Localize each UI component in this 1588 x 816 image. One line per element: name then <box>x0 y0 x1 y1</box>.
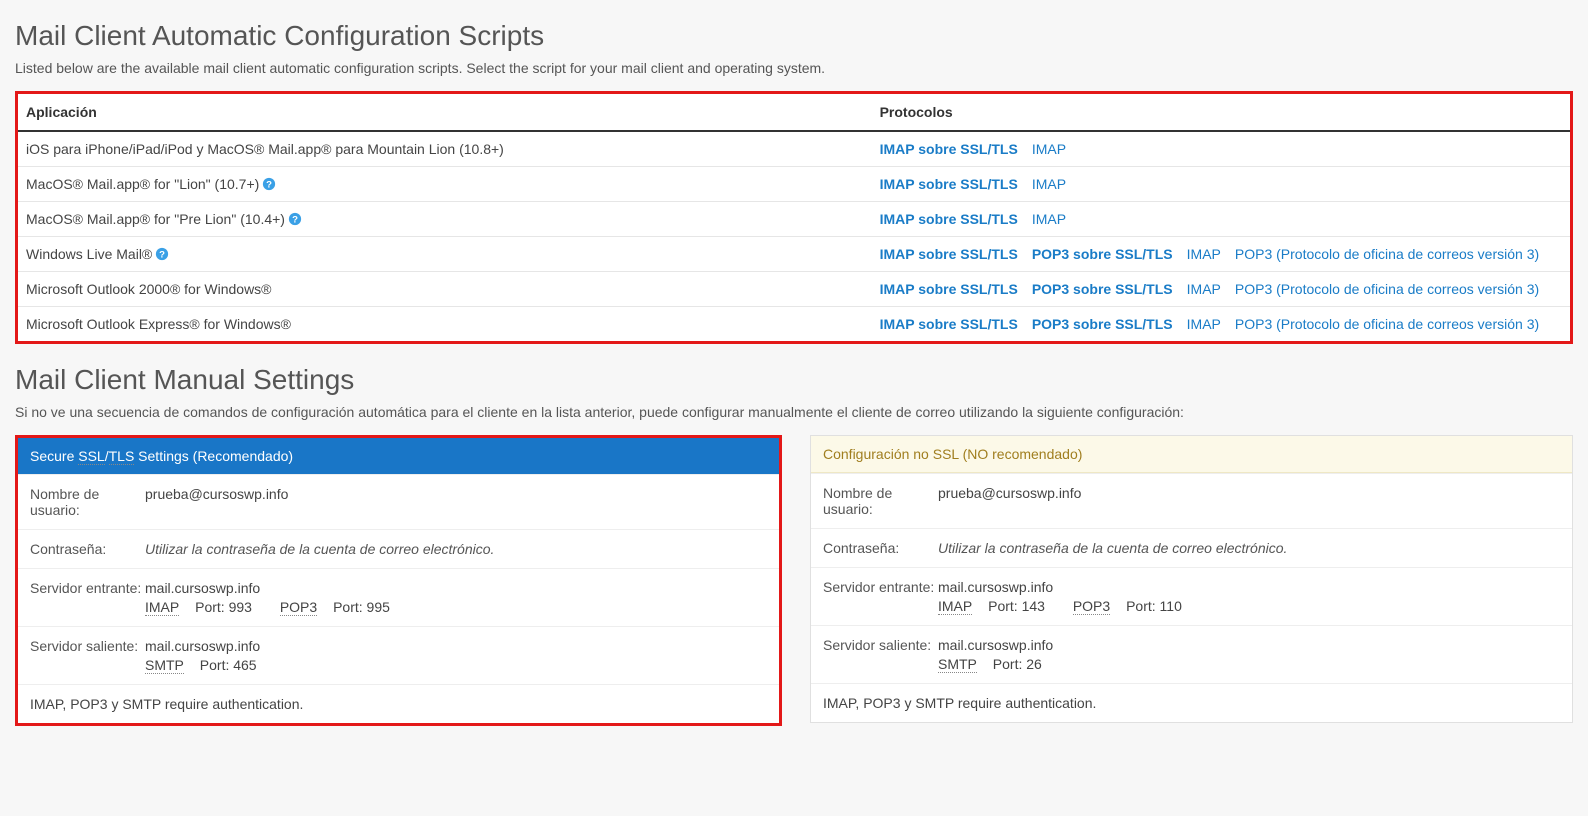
ssl-out-label: Servidor saliente: <box>30 638 145 673</box>
app-name: iOS para iPhone/iPad/iPod y MacOS® Mail.… <box>26 141 504 157</box>
protocol-link[interactable]: IMAP sobre SSL/TLS <box>880 141 1018 157</box>
app-cell: iOS para iPhone/iPad/iPod y MacOS® Mail.… <box>18 131 872 167</box>
protocol-link[interactable]: POP3 (Protocolo de oficina de correos ve… <box>1235 246 1539 262</box>
section-manual-subtitle: Si no ve una secuencia de comandos de co… <box>15 404 1573 420</box>
nonssl-panel-header: Configuración no SSL (NO recomendado) <box>811 436 1572 473</box>
nonssl-out-server: mail.cursoswp.info <box>938 637 1560 653</box>
section-manual-title: Mail Client Manual Settings <box>15 364 1573 396</box>
nonssl-user-value: prueba@cursoswp.info <box>938 485 1560 517</box>
ssl-settings-panel: Secure SSL/TLS Settings (Recomendado) No… <box>15 435 782 726</box>
ssl-in-server: mail.cursoswp.info <box>145 580 767 596</box>
app-name: Microsoft Outlook Express® for Windows® <box>26 316 291 332</box>
protocol-link[interactable]: POP3 sobre SSL/TLS <box>1032 281 1173 297</box>
protocol-link[interactable]: IMAP <box>1187 316 1221 332</box>
protocol-link[interactable]: IMAP <box>1032 176 1066 192</box>
ssl-pass-label: Contraseña: <box>30 541 145 557</box>
app-name: Microsoft Outlook 2000® for Windows® <box>26 281 272 297</box>
app-name: MacOS® Mail.app® for "Pre Lion" (10.4+) <box>26 211 285 227</box>
nonssl-settings-panel: Configuración no SSL (NO recomendado) No… <box>810 435 1573 723</box>
proto-cell: IMAP sobre SSL/TLS IMAP <box>872 167 1570 202</box>
ssl-user-label: Nombre de usuario: <box>30 486 145 518</box>
nonssl-user-label: Nombre de usuario: <box>823 485 938 517</box>
nonssl-smtp-abbr: SMTP <box>938 656 977 673</box>
nonssl-imap-abbr: IMAP <box>938 598 972 615</box>
section-scripts-subtitle: Listed below are the available mail clie… <box>15 60 1573 76</box>
ssl-out-ports: SMTP Port: 465 <box>145 657 767 673</box>
app-cell: MacOS® Mail.app® for "Lion" (10.7+)? <box>18 167 872 202</box>
ssl-header-text: Secure <box>30 448 78 464</box>
app-name: MacOS® Mail.app® for "Lion" (10.7+) <box>26 176 259 192</box>
table-row: MacOS® Mail.app® for "Lion" (10.7+)?IMAP… <box>18 167 1570 202</box>
ssl-imap-abbr: IMAP <box>145 599 179 616</box>
proto-cell: IMAP sobre SSL/TLS IMAP <box>872 202 1570 237</box>
ssl-pop-port: Port: 995 <box>329 599 390 615</box>
proto-cell: IMAP sobre SSL/TLS POP3 sobre SSL/TLS IMAP… <box>872 307 1570 342</box>
nonssl-out-label: Servidor saliente: <box>823 637 938 672</box>
ssl-user-value: prueba@cursoswp.info <box>145 486 767 518</box>
ssl-in-label: Servidor entrante: <box>30 580 145 615</box>
protocol-link[interactable]: IMAP sobre SSL/TLS <box>880 176 1018 192</box>
scripts-table-highlight: Aplicación Protocolos iOS para iPhone/iP… <box>15 91 1573 344</box>
app-cell: Windows Live Mail®? <box>18 237 872 272</box>
help-icon[interactable]: ? <box>288 212 302 226</box>
proto-cell: IMAP sobre SSL/TLS IMAP <box>872 131 1570 167</box>
protocol-link[interactable]: IMAP <box>1187 281 1221 297</box>
protocol-link[interactable]: IMAP sobre SSL/TLS <box>880 316 1018 332</box>
table-row: Microsoft Outlook 2000® for Windows® IMAP… <box>18 272 1570 307</box>
ssl-footer: IMAP, POP3 y SMTP require authentication… <box>18 684 779 723</box>
table-row: Windows Live Mail®? IMAP sobre SSL/TLS POP… <box>18 237 1570 272</box>
ssl-smtp-abbr: SMTP <box>145 657 184 674</box>
table-row: Microsoft Outlook Express® for Windows® I… <box>18 307 1570 342</box>
protocol-link[interactable]: POP3 (Protocolo de oficina de correos ve… <box>1235 281 1539 297</box>
protocol-link[interactable]: IMAP <box>1187 246 1221 262</box>
app-cell: Microsoft Outlook 2000® for Windows® <box>18 272 872 307</box>
nonssl-imap-port: Port: 143 <box>984 598 1045 614</box>
ssl-in-ports: IMAP Port: 993 POP3 Port: 995 <box>145 599 767 615</box>
ssl-pop-abbr: POP3 <box>280 599 317 616</box>
ssl-imap-port: Port: 993 <box>191 599 252 615</box>
app-cell: MacOS® Mail.app® for "Pre Lion" (10.4+)? <box>18 202 872 237</box>
scripts-table: Aplicación Protocolos iOS para iPhone/iP… <box>18 94 1570 341</box>
nonssl-out-ports: SMTP Port: 26 <box>938 656 1560 672</box>
nonssl-pop-port: Port: 110 <box>1122 598 1182 614</box>
ssl-smtp-port: Port: 465 <box>196 657 257 673</box>
protocol-link[interactable]: POP3 (Protocolo de oficina de correos ve… <box>1235 316 1539 332</box>
app-name: Windows Live Mail® <box>26 246 152 262</box>
ssl-header-post: Settings (Recomendado) <box>134 448 293 464</box>
nonssl-footer: IMAP, POP3 y SMTP require authentication… <box>811 683 1572 722</box>
section-scripts-title: Mail Client Automatic Configuration Scri… <box>15 20 1573 52</box>
col-header-proto: Protocolos <box>872 94 1570 131</box>
ssl-pass-value: Utilizar la contraseña de la cuenta de c… <box>145 541 494 557</box>
proto-cell: IMAP sobre SSL/TLS POP3 sobre SSL/TLS IMAP… <box>872 237 1570 272</box>
nonssl-in-ports: IMAP Port: 143 POP3 Port: 110 <box>938 598 1560 614</box>
svg-text:?: ? <box>266 180 272 191</box>
help-icon[interactable]: ? <box>155 247 169 261</box>
protocol-link[interactable]: IMAP <box>1032 141 1066 157</box>
table-row: iOS para iPhone/iPad/iPod y MacOS® Mail.… <box>18 131 1570 167</box>
nonssl-in-label: Servidor entrante: <box>823 579 938 614</box>
ssl-abbr: SSL <box>78 448 104 465</box>
table-row: MacOS® Mail.app® for "Pre Lion" (10.4+)?… <box>18 202 1570 237</box>
nonssl-pass-label: Contraseña: <box>823 540 938 556</box>
nonssl-pass-value: Utilizar la contraseña de la cuenta de c… <box>938 540 1287 556</box>
nonssl-pop-abbr: POP3 <box>1073 598 1110 615</box>
protocol-link[interactable]: POP3 sobre SSL/TLS <box>1032 316 1173 332</box>
help-icon[interactable]: ? <box>262 177 276 191</box>
protocol-link[interactable]: POP3 sobre SSL/TLS <box>1032 246 1173 262</box>
nonssl-in-server: mail.cursoswp.info <box>938 579 1560 595</box>
svg-text:?: ? <box>292 215 298 226</box>
proto-cell: IMAP sobre SSL/TLS POP3 sobre SSL/TLS IMAP… <box>872 272 1570 307</box>
ssl-out-server: mail.cursoswp.info <box>145 638 767 654</box>
svg-text:?: ? <box>159 250 165 261</box>
app-cell: Microsoft Outlook Express® for Windows® <box>18 307 872 342</box>
protocol-link[interactable]: IMAP <box>1032 211 1066 227</box>
tls-abbr: TLS <box>109 448 135 465</box>
protocol-link[interactable]: IMAP sobre SSL/TLS <box>880 246 1018 262</box>
col-header-app: Aplicación <box>18 94 872 131</box>
protocol-link[interactable]: IMAP sobre SSL/TLS <box>880 281 1018 297</box>
nonssl-smtp-port: Port: 26 <box>989 656 1042 672</box>
ssl-panel-header: Secure SSL/TLS Settings (Recomendado) <box>18 438 779 474</box>
protocol-link[interactable]: IMAP sobre SSL/TLS <box>880 211 1018 227</box>
